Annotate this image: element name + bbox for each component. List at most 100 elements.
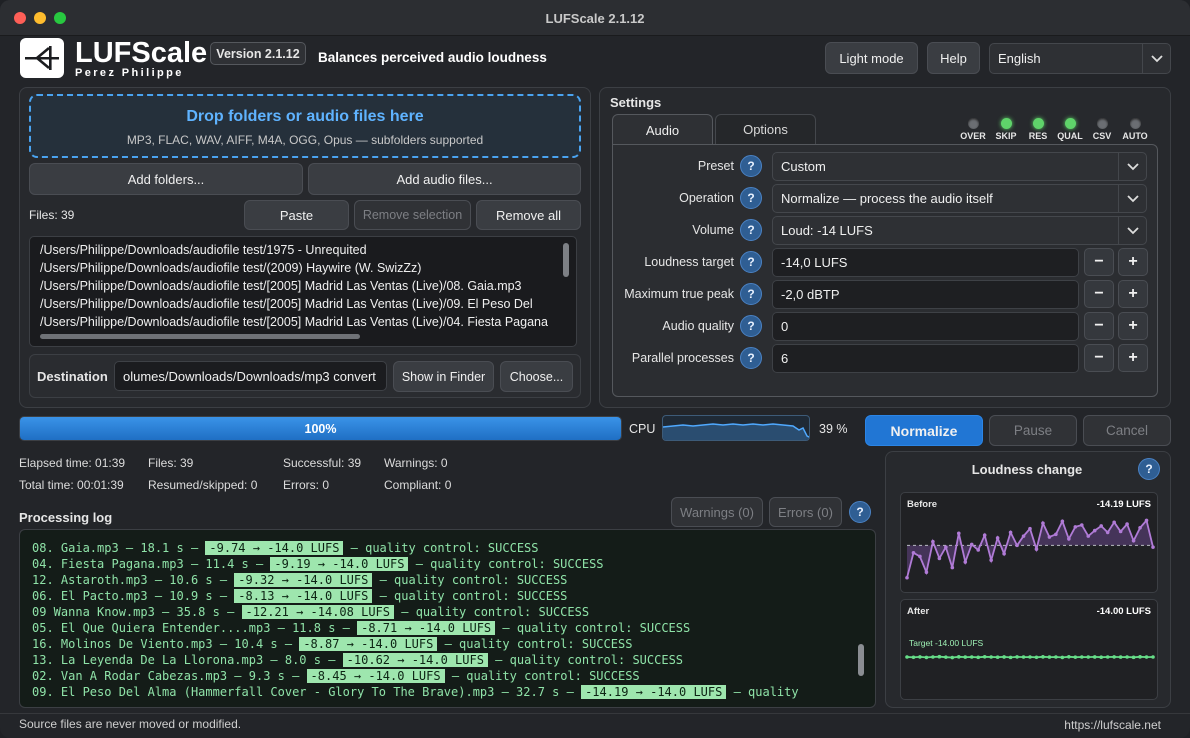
true-peak-label: Maximum true peak bbox=[624, 287, 734, 301]
log-text: 12. Astaroth.mp3 — 10.6 s — bbox=[32, 573, 235, 587]
tab-audio[interactable]: Audio bbox=[612, 114, 713, 145]
indicator-auto-led bbox=[1130, 118, 1141, 129]
data-point bbox=[1060, 655, 1065, 660]
log-loudness-highlight: -9.74 → -14.0 LUFS bbox=[205, 541, 344, 555]
true-peak-field[interactable]: -2,0 dBTP bbox=[772, 280, 1079, 309]
choose-destination-button[interactable]: Choose... bbox=[500, 361, 573, 392]
cancel-button[interactable]: Cancel bbox=[1083, 415, 1171, 446]
add-folders-button[interactable]: Add folders... bbox=[29, 163, 303, 195]
audio-quality-increment-button[interactable]: + bbox=[1118, 312, 1148, 340]
file-list-item[interactable]: /Users/Philippe/Downloads/audiofile test… bbox=[40, 259, 554, 277]
show-in-finder-button[interactable]: Show in Finder bbox=[393, 361, 494, 392]
preset-help-icon[interactable]: ? bbox=[740, 155, 762, 177]
loudness-target-help-icon[interactable]: ? bbox=[740, 251, 762, 273]
add-audio-files-button[interactable]: Add audio files... bbox=[308, 163, 581, 195]
stat-successful: Successful: 39 bbox=[283, 456, 362, 470]
log-vscrollbar[interactable] bbox=[858, 644, 864, 676]
elapsed-time: Elapsed time: 01:39 bbox=[19, 456, 126, 470]
parallel-processes-decrement-button[interactable]: − bbox=[1084, 344, 1114, 372]
log-loudness-highlight: -8.45 → -14.0 LUFS bbox=[306, 669, 445, 683]
operation-help-icon[interactable]: ? bbox=[740, 187, 762, 209]
data-point bbox=[1028, 526, 1032, 531]
loudness-target-label: Loudness target bbox=[644, 255, 734, 269]
log-text: — quality control: SUCCESS bbox=[394, 605, 590, 619]
processing-log[interactable]: 08. Gaia.mp3 — 18.1 s — -9.74 → -14.0 LU… bbox=[19, 529, 876, 708]
data-point bbox=[963, 560, 968, 564]
data-point bbox=[1073, 525, 1078, 529]
data-point bbox=[931, 539, 935, 544]
audio-quality-decrement-button[interactable]: − bbox=[1084, 312, 1114, 340]
loudness-target-decrement-button[interactable]: − bbox=[1084, 248, 1114, 276]
data-point bbox=[1105, 530, 1110, 535]
cpu-graph bbox=[662, 415, 810, 441]
tab-options[interactable]: Options bbox=[715, 114, 816, 144]
volume-value: Loud: -14 LUFS bbox=[781, 223, 873, 238]
file-list-item[interactable]: /Users/Philippe/Downloads/audiofile test… bbox=[40, 313, 554, 331]
parallel-processes-label: Parallel processes bbox=[631, 351, 734, 365]
volume-label: Volume bbox=[692, 223, 734, 237]
true-peak-increment-button[interactable]: + bbox=[1118, 280, 1148, 308]
app-tagline: Balances perceived audio loudness bbox=[318, 50, 547, 65]
log-text: 13. La Leyenda De La Llorona.mp3 — 8.0 s… bbox=[32, 653, 343, 667]
log-text: 04. Fiesta Pagana.mp3 — 11.4 s — bbox=[32, 557, 271, 571]
data-point bbox=[1002, 655, 1006, 659]
indicator-over-led bbox=[968, 118, 979, 129]
log-line: 09 Wanna Know.mp3 — 35.8 s — -12.21 → -1… bbox=[32, 604, 852, 620]
after-chart-box: After -14.00 LUFS Target -14.00 LUFS bbox=[900, 599, 1158, 700]
log-line: 16. Molinos De Viento.mp3 — 10.4 s — -8.… bbox=[32, 636, 852, 652]
light-mode-button[interactable]: Light mode bbox=[825, 42, 918, 74]
data-point bbox=[1092, 655, 1097, 659]
website-link[interactable]: https://lufscale.net bbox=[1064, 718, 1161, 732]
preset-label: Preset bbox=[697, 159, 734, 173]
chevron-down-icon bbox=[1118, 153, 1146, 180]
destination-field[interactable]: olumes/Downloads/Downloads/mp3 convert bbox=[114, 361, 387, 391]
file-list-hscrollbar[interactable] bbox=[40, 334, 360, 339]
data-point bbox=[1138, 526, 1142, 530]
true-peak-help-icon[interactable]: ? bbox=[740, 283, 762, 305]
data-point bbox=[1073, 655, 1078, 659]
indicator-csv-led bbox=[1097, 118, 1108, 129]
preset-select[interactable]: Custom bbox=[772, 152, 1147, 181]
stat-warnings: Warnings: 0 bbox=[384, 456, 448, 470]
loudness-target-increment-button[interactable]: + bbox=[1118, 248, 1148, 276]
errors-filter-button[interactable]: Errors (0) bbox=[769, 497, 842, 527]
drop-zone-subtitle: MP3, FLAC, WAV, AIFF, M4A, OGG, Opus — s… bbox=[126, 133, 484, 147]
log-text: 05. El Que Quiera Entender....mp3 — 11.8… bbox=[32, 621, 358, 635]
true-peak-decrement-button[interactable]: − bbox=[1084, 280, 1114, 308]
log-line: 05. El Que Quiera Entender....mp3 — 11.8… bbox=[32, 620, 852, 636]
file-list-item[interactable]: /Users/Philippe/Downloads/audiofile test… bbox=[40, 241, 554, 259]
progress-bar: 100% bbox=[19, 416, 622, 441]
log-help-icon[interactable]: ? bbox=[849, 501, 871, 523]
data-point bbox=[1054, 532, 1058, 537]
loudness-help-icon[interactable]: ? bbox=[1138, 458, 1160, 480]
help-button[interactable]: Help bbox=[927, 42, 980, 74]
data-point bbox=[1131, 655, 1136, 660]
data-point bbox=[1008, 655, 1013, 660]
file-list[interactable]: /Users/Philippe/Downloads/audiofile test… bbox=[29, 236, 577, 347]
parallel-processes-help-icon[interactable]: ? bbox=[740, 347, 762, 369]
paste-button[interactable]: Paste bbox=[244, 200, 349, 230]
audio-quality-field[interactable]: 0 bbox=[772, 312, 1079, 341]
remove-selection-button[interactable]: Remove selection bbox=[354, 200, 471, 230]
data-point bbox=[1015, 655, 1019, 659]
stat-errors: Errors: 0 bbox=[283, 478, 330, 492]
loudness-target-field[interactable]: -14,0 LUFS bbox=[772, 248, 1079, 277]
remove-all-button[interactable]: Remove all bbox=[476, 200, 581, 230]
file-list-item[interactable]: /Users/Philippe/Downloads/audiofile test… bbox=[40, 277, 554, 295]
normalize-button[interactable]: Normalize bbox=[865, 415, 983, 446]
file-list-vscrollbar[interactable] bbox=[563, 243, 569, 277]
audio-quality-help-icon[interactable]: ? bbox=[740, 315, 762, 337]
operation-select[interactable]: Normalize — process the audio itself bbox=[772, 184, 1147, 213]
parallel-processes-field[interactable]: 6 bbox=[772, 344, 1079, 373]
language-select[interactable]: English bbox=[989, 43, 1171, 74]
parallel-processes-increment-button[interactable]: + bbox=[1118, 344, 1148, 372]
drop-zone[interactable]: Drop folders or audio files here MP3, FL… bbox=[29, 94, 581, 158]
data-point bbox=[1138, 655, 1142, 659]
volume-help-icon[interactable]: ? bbox=[740, 219, 762, 241]
pause-button[interactable]: Pause bbox=[989, 415, 1077, 446]
warnings-filter-button[interactable]: Warnings (0) bbox=[671, 497, 763, 527]
indicator-res-led bbox=[1033, 118, 1044, 129]
log-text: — quality control: SUCCESS bbox=[495, 621, 691, 635]
file-list-item[interactable]: /Users/Philippe/Downloads/audiofile test… bbox=[40, 295, 554, 313]
volume-select[interactable]: Loud: -14 LUFS bbox=[772, 216, 1147, 245]
